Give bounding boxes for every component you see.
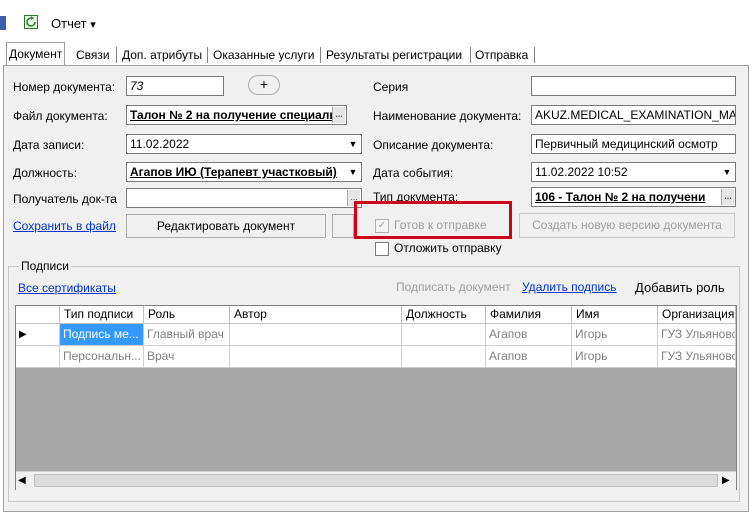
scroll-right-icon[interactable]: ▶: [722, 475, 730, 486]
browse-button[interactable]: ...: [332, 107, 345, 123]
chevron-down-icon[interactable]: ▼: [720, 164, 734, 180]
chevron-down-icon: ▾: [90, 19, 96, 31]
table-cell[interactable]: [402, 324, 486, 346]
col-organization[interactable]: Организация: [658, 306, 736, 324]
row-indicator[interactable]: [16, 346, 60, 368]
toolbar: Отчет ▾: [0, 0, 754, 40]
table-cell[interactable]: [402, 346, 486, 368]
table-cell[interactable]: [230, 346, 402, 368]
col-surname[interactable]: Фамилия: [486, 306, 572, 324]
table-cell[interactable]: Агапов: [486, 346, 572, 368]
recipient-field[interactable]: ...: [126, 188, 362, 208]
col-sign-type[interactable]: Тип подписи: [60, 306, 144, 324]
description-field[interactable]: Первичный медицинский осмотр: [531, 134, 736, 154]
highlight-box: [354, 201, 512, 239]
refresh-icon[interactable]: [24, 15, 38, 29]
scrollbar-thumb[interactable]: [34, 474, 718, 487]
event-date-field[interactable]: 11.02.2022 10:52 ▼: [531, 162, 736, 182]
file-label: Файл документа:: [13, 109, 108, 123]
grid-corner: [16, 306, 60, 324]
browse-button[interactable]: ...: [721, 189, 734, 205]
horizontal-scrollbar[interactable]: ◀ ▶: [16, 471, 736, 490]
event-date-label: Дата события:: [373, 166, 454, 180]
col-author[interactable]: Автор: [230, 306, 402, 324]
doc-number-field[interactable]: 73: [126, 76, 224, 96]
table-cell[interactable]: [230, 324, 402, 346]
report-label: Отчет: [51, 16, 87, 31]
sign-document-button[interactable]: Подписать документ: [396, 280, 511, 294]
doc-type-field[interactable]: 106 - Талон № 2 на получени...: [531, 187, 736, 207]
table-cell[interactable]: Агапов: [486, 324, 572, 346]
doc-name-label: Наименование документа:: [373, 109, 522, 123]
new-version-button[interactable]: Создать новую версию документа: [519, 213, 735, 238]
table-cell[interactable]: Врач: [144, 346, 230, 368]
table-cell[interactable]: Игорь: [572, 324, 658, 346]
doc-name-field[interactable]: AKUZ.MEDICAL_EXAMINATION_MAI: [531, 105, 736, 125]
tab-services[interactable]: Оказанные услуги: [211, 44, 316, 66]
tab-document[interactable]: Документ: [6, 42, 66, 66]
table-row[interactable]: Персональн...: [60, 346, 144, 368]
all-certificates-link[interactable]: Все сертификаты: [18, 281, 116, 295]
chevron-down-icon[interactable]: ▼: [346, 164, 360, 180]
delete-signature-link[interactable]: Удалить подпись: [522, 280, 617, 294]
tab-sending[interactable]: Отправка: [473, 44, 530, 66]
add-role-button[interactable]: Добавить роль: [635, 280, 725, 295]
table-cell[interactable]: Игорь: [572, 346, 658, 368]
save-to-file-link[interactable]: Сохранить в файл: [13, 219, 116, 233]
tab-extra-attributes[interactable]: Доп. атрибуты: [120, 44, 204, 66]
col-position[interactable]: Должность: [402, 306, 486, 324]
add-button[interactable]: +: [248, 75, 280, 95]
scroll-left-icon[interactable]: ◀: [18, 475, 26, 486]
recipient-label: Получатель док-та: [13, 192, 117, 206]
record-date-field[interactable]: 11.02.2022 ▼: [126, 134, 362, 154]
postpone-checkbox[interactable]: [375, 242, 389, 256]
signatures-title: Подписи: [19, 259, 71, 273]
position-field[interactable]: Агапов ИЮ (Терапевт участковый) ▼: [126, 162, 362, 182]
series-label: Серия: [373, 80, 409, 94]
save-icon[interactable]: [0, 16, 6, 30]
postpone-label: Отложить отправку: [394, 241, 502, 255]
edit-document-button[interactable]: Редактировать документ: [126, 214, 326, 238]
table-cell[interactable]: ГУЗ Ульяновс: [658, 346, 736, 368]
doc-number-label: Номер документа:: [13, 80, 116, 94]
table-row[interactable]: Подпись ме...: [60, 324, 144, 346]
report-menu[interactable]: Отчет ▾: [51, 16, 96, 31]
file-field[interactable]: Талон № 2 на получение специаль...: [126, 105, 347, 125]
position-label: Должность:: [13, 166, 78, 180]
tab-links[interactable]: Связи: [74, 44, 112, 66]
table-cell[interactable]: Главный врач: [144, 324, 230, 346]
series-field[interactable]: [531, 76, 736, 96]
record-date-label: Дата записи:: [13, 138, 85, 152]
chevron-down-icon[interactable]: ▼: [346, 136, 360, 152]
row-indicator[interactable]: ▶: [16, 324, 60, 346]
col-name[interactable]: Имя: [572, 306, 658, 324]
col-role[interactable]: Роль: [144, 306, 230, 324]
print-icon[interactable]: [332, 214, 354, 238]
tab-registration-results[interactable]: Результаты регистрации: [324, 44, 464, 66]
table-cell[interactable]: ГУЗ Ульяновс: [658, 324, 736, 346]
description-label: Описание документа:: [373, 138, 494, 152]
